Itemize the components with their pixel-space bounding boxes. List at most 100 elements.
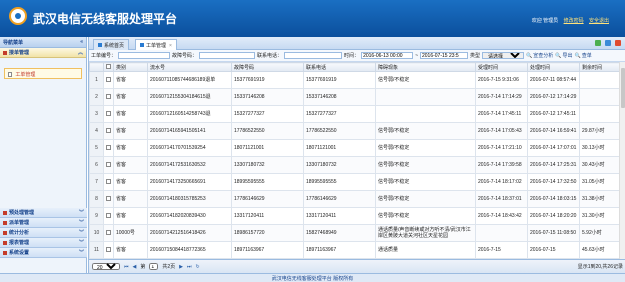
cell-accept-time	[475, 224, 528, 242]
menu-statistics[interactable]: 统计分析 ︾	[0, 228, 87, 238]
row-checkbox[interactable]	[103, 207, 114, 225]
row-checkbox-box[interactable]	[106, 76, 111, 82]
row-checkbox-box[interactable]	[106, 127, 111, 133]
row-checkbox[interactable]	[103, 190, 114, 208]
table-row[interactable]: 9 省客 20160714182020839430 13317120411 133171…	[89, 207, 625, 225]
tab-home[interactable]: 系统首页	[93, 39, 130, 50]
fault-no-input[interactable]	[199, 52, 256, 59]
tab-bar: 系统首页 工单管理 ×	[89, 37, 625, 50]
cell-handle-time: 2016-07-14 17:07:01	[527, 139, 580, 157]
export-button[interactable]: 🔍 导出	[555, 52, 572, 60]
ticket-table: 类别 流水号 故障号码 联系电话 障碍现象 受理时间 处理时间 剩余时间 1 省客…	[89, 62, 625, 259]
ticket-no-input[interactable]	[118, 52, 171, 59]
cell-contact: 17786522550	[303, 122, 376, 140]
row-checkbox-box[interactable]	[106, 161, 111, 167]
record-info: 显示1到20,共26记录	[577, 264, 623, 270]
row-checkbox[interactable]	[103, 241, 114, 259]
cell-type: 省客	[113, 139, 148, 157]
row-checkbox-box[interactable]	[106, 93, 111, 99]
menu-system-settings[interactable]: 系统设置 ︾	[0, 248, 87, 258]
row-checkbox-box[interactable]	[106, 195, 111, 201]
page-size-select[interactable]: 20	[92, 263, 120, 270]
type-select[interactable]: 请选择	[482, 52, 524, 59]
menu-preprocess[interactable]: 预处理管理 ︾	[0, 208, 87, 218]
cell-contact: 18995595555	[303, 173, 376, 191]
time-from-input[interactable]	[361, 52, 414, 59]
next-page-icon[interactable]: ▶	[179, 264, 183, 270]
cell-serial: 20160714173250665691	[147, 173, 232, 191]
table-row[interactable]: 6 省客 20160714172531630532 13307180732 133071…	[89, 156, 625, 174]
cell-issue: 信号弱/不稳定	[375, 173, 476, 191]
settings-icon[interactable]	[605, 40, 611, 46]
chevron-down-icon: ︾	[78, 240, 84, 246]
row-checkbox-box[interactable]	[106, 212, 111, 218]
time-to-input[interactable]	[419, 52, 468, 59]
time-label: 时间：	[344, 53, 360, 59]
tab-ticket-management[interactable]: 工单管理 ×	[135, 39, 177, 50]
sidebar: 导航菜单 « 接单管理 ︽ 工单管理 预处理管理 ︾ 派单管理 ︾ 统计分析 ︾ 报表…	[0, 37, 87, 273]
table-row[interactable]: 10 10000号 20160714212516418426 18986157720 1…	[89, 224, 625, 242]
table-row[interactable]: 2 省客 20160712155304184615退 15337146208 15337…	[89, 88, 625, 106]
analyze-button[interactable]: 🔍 宣查分析	[526, 52, 553, 60]
table-row[interactable]: 11 省客 20160715084418772365 18971163967 18971…	[89, 241, 625, 259]
refresh-icon[interactable]: ↻	[196, 264, 200, 270]
change-password-link[interactable]: 修改密码	[564, 18, 584, 24]
row-checkbox-box[interactable]	[106, 178, 111, 184]
row-checkbox-box[interactable]	[106, 246, 111, 252]
sidebar-item-ticket-management[interactable]: 工单管理	[4, 68, 82, 79]
cell-type: 省客	[113, 122, 148, 140]
last-page-icon[interactable]: ⏭	[187, 264, 192, 270]
column-header-index	[89, 62, 104, 72]
cell-type: 省客	[113, 241, 148, 259]
welcome-text: 欢迎 管理员	[531, 18, 559, 24]
cell-type: 省客	[113, 88, 148, 106]
cell-accept-time: 2016-7-14 17:39:58	[475, 156, 528, 174]
cell-serial: 20160714172531630532	[147, 156, 232, 174]
cell-fault: 17786522550	[231, 122, 304, 140]
table-row[interactable]: 7 省客 20160714173250665691 18995595555 189955…	[89, 173, 625, 191]
row-checkbox[interactable]	[103, 88, 114, 106]
scrollbar-thumb[interactable]	[621, 68, 625, 108]
cell-type: 10000号	[113, 224, 148, 242]
close-icon[interactable]: ×	[169, 43, 172, 49]
cell-issue: 通话质量	[375, 241, 476, 259]
table-row[interactable]: 5 省客 20160714170701539254 18071121001 180711…	[89, 139, 625, 157]
select-all-checkbox[interactable]	[106, 63, 111, 69]
table-row[interactable]: 8 省客 20160714180315785253 17786146629 177861…	[89, 190, 625, 208]
chevron-down-icon: ︾	[78, 250, 84, 256]
menu-receive-orders[interactable]: 接单管理 ︽	[0, 48, 86, 58]
page-prefix: 第	[140, 264, 146, 270]
menu-label: 报表管理	[9, 240, 30, 246]
menu-reports[interactable]: 报表管理 ︾	[0, 238, 87, 248]
table-row[interactable]: 3 省客 20160712160514258743退 15327277327 15327…	[89, 105, 625, 123]
row-checkbox-box[interactable]	[106, 110, 111, 116]
prev-page-icon[interactable]: ◀	[133, 264, 137, 270]
row-checkbox[interactable]	[103, 122, 114, 140]
menu-label: 接单管理	[9, 50, 30, 56]
row-checkbox[interactable]	[103, 173, 114, 191]
row-checkbox-box[interactable]	[106, 144, 111, 150]
cell-handle-time: 2016-07-14 18:20:20	[527, 207, 580, 225]
query-button[interactable]: 🔍 查单	[575, 52, 592, 60]
first-page-icon[interactable]: ⏮	[124, 264, 129, 270]
row-checkbox[interactable]	[103, 71, 114, 89]
menu-dispatch[interactable]: 派单管理 ︾	[0, 218, 87, 228]
logout-link[interactable]: 安全退出	[589, 18, 609, 24]
query-label: 查单	[581, 53, 592, 59]
cell-serial: 20160714165941505141	[147, 122, 232, 140]
row-checkbox[interactable]	[103, 105, 114, 123]
column-header-select[interactable]	[103, 62, 114, 72]
row-checkbox[interactable]	[103, 224, 114, 242]
sidebar-collapse-button[interactable]: «	[80, 39, 83, 45]
row-checkbox[interactable]	[103, 139, 114, 157]
cell-type: 省客	[113, 105, 148, 123]
contact-input[interactable]	[284, 52, 343, 59]
row-checkbox[interactable]	[103, 156, 114, 174]
table-row[interactable]: 4 省客 20160714165941505141 17786522550 177865…	[89, 122, 625, 140]
table-scrollbar[interactable]	[619, 62, 625, 259]
page-number-input[interactable]	[149, 263, 159, 270]
row-checkbox-box[interactable]	[106, 229, 111, 235]
table-row[interactable]: 1 省客 20160711085744686189退单 15377691919 1537…	[89, 71, 625, 89]
close-icon[interactable]	[615, 40, 621, 46]
home-icon[interactable]	[595, 40, 601, 46]
